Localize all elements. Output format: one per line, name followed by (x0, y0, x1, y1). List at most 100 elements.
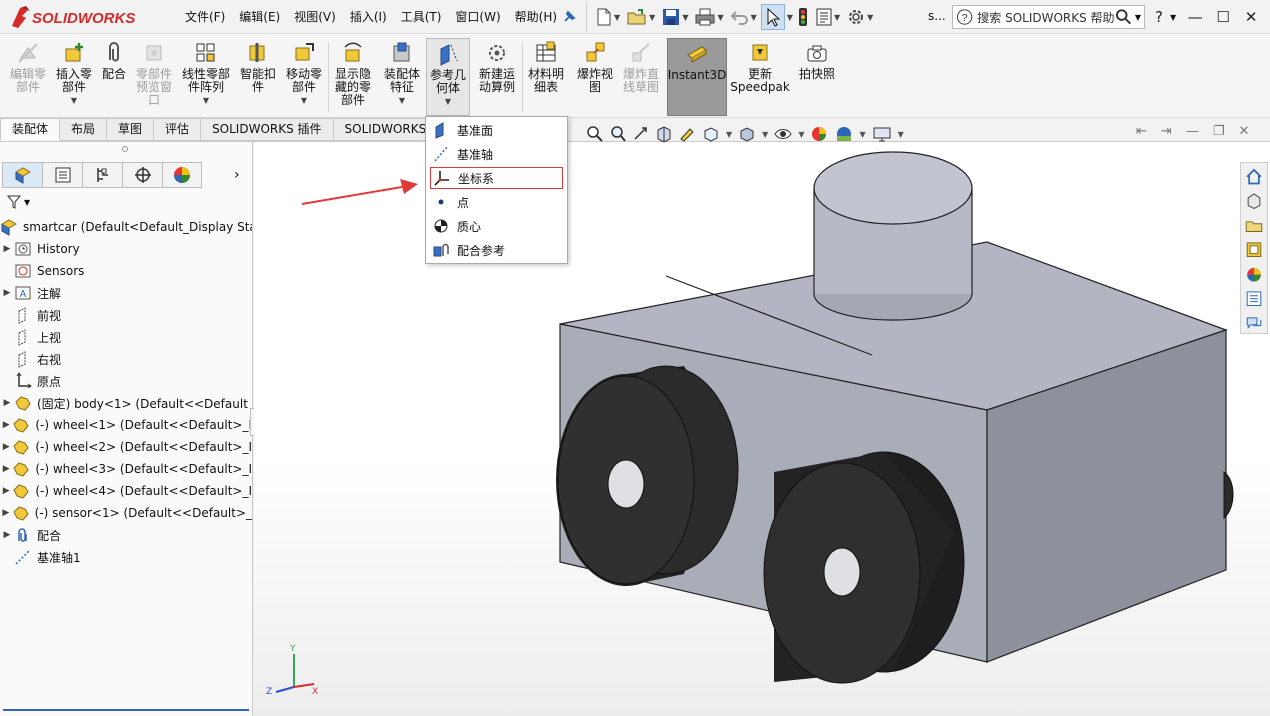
rollback-bar[interactable] (3, 709, 249, 711)
chevron-down-icon[interactable]: ▼ (787, 13, 793, 22)
tree-filter[interactable]: ▼ (6, 194, 30, 210)
forum-icon[interactable] (1244, 314, 1264, 333)
pin-icon[interactable] (560, 8, 578, 26)
appearances-icon[interactable] (1244, 265, 1264, 284)
insert-component-button[interactable]: 插入零 部件 ▼ (52, 38, 96, 116)
tree-item[interactable]: ▶ A 注解 (0, 282, 252, 304)
minimize-icon[interactable]: — (1186, 8, 1204, 26)
menu-insert[interactable]: 插入(I) (343, 0, 394, 34)
chevron-down-icon[interactable]: ▼ (445, 97, 451, 106)
reference-geometry-button[interactable]: 参考几 何体 ▼ (426, 38, 470, 116)
exploded-view-button[interactable]: 爆炸视 图 (574, 38, 616, 116)
explode-line-sketch-button[interactable]: 爆炸直 线草图 (620, 38, 662, 116)
viewport-restore-icon[interactable]: ❐ (1213, 124, 1225, 139)
tab-layout[interactable]: 布局 (60, 118, 108, 141)
tree-item[interactable]: ▶ (-) sensor<1> (Default<<Default>_ (0, 502, 252, 524)
tree-item[interactable]: ▶ (-) wheel<4> (Default<<Default>_I (0, 480, 252, 502)
smart-fasteners-button[interactable]: 智能扣 件 (236, 38, 280, 116)
expand-arrow-icon[interactable]: ▶ (0, 464, 12, 474)
view-orientation-icon[interactable] (701, 125, 721, 143)
solidworks-resources-icon[interactable] (1244, 191, 1264, 210)
search-icon[interactable] (1115, 8, 1132, 26)
tree-item[interactable]: ▶ (固定) body<1> (Default<<Default (0, 392, 252, 414)
apply-scene-icon[interactable] (834, 125, 854, 143)
chevron-down-icon[interactable]: ▼ (71, 96, 77, 105)
rebuild-button[interactable] (795, 4, 811, 30)
instant3d-button[interactable]: Instant3D (667, 38, 727, 116)
tree-item[interactable]: 上视 (0, 326, 252, 348)
menu-item-coordinate-system[interactable]: 坐标系 (430, 167, 563, 189)
menu-window[interactable]: 窗口(W) (448, 0, 507, 34)
tab-evaluate[interactable]: 评估 (154, 118, 202, 141)
maximize-icon[interactable]: ☐ (1214, 8, 1232, 26)
chevron-down-icon[interactable]: ▼ (301, 96, 307, 105)
bill-of-materials-button[interactable]: 材料明 细表 (526, 38, 566, 116)
file-properties-button[interactable]: ▼ (813, 4, 842, 30)
viewport-close-icon[interactable]: ✕ (1238, 124, 1249, 139)
chevron-down-icon[interactable]: ▼ (1135, 13, 1141, 22)
mate-button[interactable]: 配合 (98, 38, 130, 116)
assembly-features-button[interactable]: 装配体 特征 ▼ (380, 38, 424, 116)
linear-pattern-button[interactable]: 线性零部 件阵列 ▼ (178, 38, 234, 116)
update-speedpak-button[interactable]: 更新 Speedpak (730, 38, 790, 116)
menu-item-mate-reference[interactable]: 配合参考 (430, 239, 563, 261)
tab-sketch[interactable]: 草图 (107, 118, 155, 141)
split-right-icon[interactable]: ⇥ (1161, 124, 1172, 139)
tree-item[interactable]: ▶ (-) wheel<2> (Default<<Default>_I (0, 436, 252, 458)
edit-appearance-icon[interactable] (809, 125, 829, 143)
hide-show-items-icon[interactable] (773, 125, 793, 143)
model-canvas[interactable]: Y X Z (254, 142, 1270, 716)
property-manager-tab[interactable] (42, 162, 82, 188)
expand-arrow-icon[interactable]: ▶ (0, 530, 14, 540)
view-settings-icon[interactable] (871, 125, 893, 143)
wheel-2[interactable] (763, 451, 965, 684)
expand-arrow-icon[interactable]: ▶ (0, 398, 14, 408)
options-button[interactable]: ▼ (844, 4, 875, 30)
tree-item[interactable]: ▶ (-) wheel<3> (Default<<Default>_I (0, 458, 252, 480)
show-hidden-components-button[interactable]: 显示隐 藏的零 部件 (332, 38, 374, 116)
previous-view-icon[interactable] (632, 125, 650, 143)
menu-item-point[interactable]: 点 (430, 191, 563, 213)
chevron-down-icon[interactable]: ▼ (726, 130, 732, 139)
zoom-to-fit-icon[interactable] (586, 125, 604, 143)
panel-grip[interactable] (122, 146, 128, 152)
expand-arrow-icon[interactable]: ▶ (0, 244, 14, 254)
design-library-icon[interactable] (1244, 216, 1264, 235)
chevron-down-icon[interactable]: ▼ (898, 130, 904, 139)
take-snapshot-button[interactable]: 拍快照 (797, 38, 837, 116)
expand-arrow-icon[interactable]: ▶ (0, 420, 12, 430)
tree-item[interactable]: ▶ History (0, 238, 252, 260)
tree-item[interactable]: 基准轴1 (0, 546, 252, 568)
chevron-down-icon[interactable]: ▼ (762, 130, 768, 139)
sensor-cylinder[interactable] (813, 151, 973, 321)
expand-arrow-icon[interactable]: ▶ (0, 288, 14, 298)
undo-button[interactable]: ▼ (728, 4, 759, 30)
edit-component-button[interactable]: 编辑零 部件 (6, 38, 50, 116)
chevron-down-icon[interactable]: ▼ (203, 96, 209, 105)
move-component-button[interactable]: 移动零 部件 ▼ (282, 38, 326, 116)
expand-arrow-icon[interactable]: ▶ (0, 442, 12, 452)
select-button[interactable] (760, 4, 785, 30)
expand-arrow-icon[interactable]: ▶ (0, 486, 12, 496)
dynamic-annotation-icon[interactable] (678, 125, 696, 143)
help-search-box[interactable]: ? 搜索 SOLIDWORKS 帮助 ▼ (952, 5, 1145, 29)
split-left-icon[interactable]: ⇤ (1136, 124, 1147, 139)
chevron-down-icon[interactable]: ▼ (798, 130, 804, 139)
tree-root-assembly[interactable]: smartcar (Default<Default_Display Sta (0, 216, 252, 238)
chevron-right-icon[interactable]: › (234, 167, 240, 183)
tree-item[interactable]: 前视 (0, 304, 252, 326)
custom-properties-icon[interactable] (1244, 289, 1264, 308)
menu-item-axis[interactable]: 基准轴 (430, 143, 563, 165)
print-button[interactable]: ▼ (692, 4, 725, 30)
save-button[interactable]: ▼ (659, 4, 690, 30)
tree-item[interactable]: Sensors (0, 260, 252, 282)
zoom-to-area-icon[interactable] (609, 125, 627, 143)
menu-item-plane[interactable]: 基准面 (430, 119, 563, 141)
tab-solidworks[interactable]: SOLIDWORKS (333, 118, 439, 141)
menu-help[interactable]: 帮助(H) (508, 0, 564, 34)
tree-item[interactable]: ▶ (-) wheel<1> (Default<<Default>_I (0, 414, 252, 436)
feature-manager-tab[interactable] (2, 162, 42, 188)
menu-item-center-of-mass[interactable]: 质心 (430, 215, 563, 237)
new-document-button[interactable]: ▼ (593, 4, 622, 30)
menu-view[interactable]: 视图(V) (287, 0, 343, 34)
